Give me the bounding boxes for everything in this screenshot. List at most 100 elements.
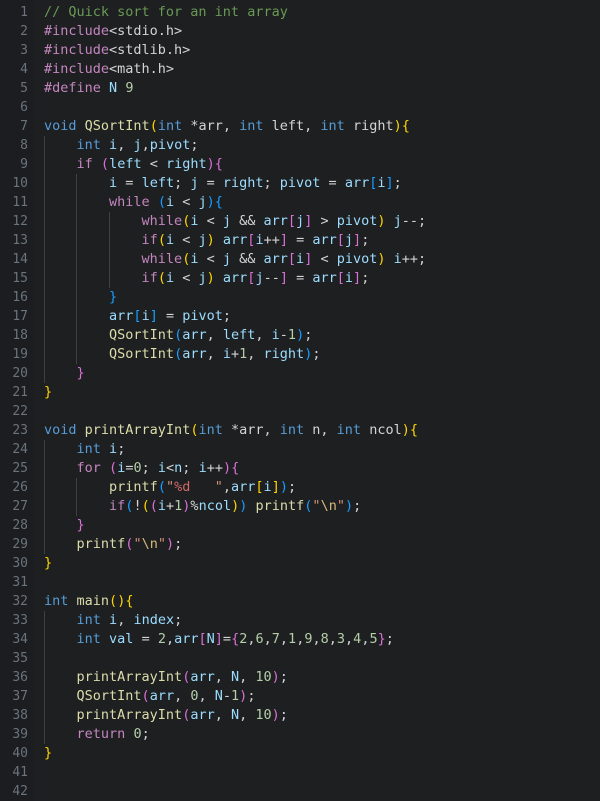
code-line[interactable]: arr[i] = pivot; — [44, 307, 600, 326]
token-plain: , — [247, 346, 264, 362]
token-type: int — [279, 422, 305, 438]
line-number-gutter[interactable]: 1 2 3 4 5 6 7 8 9 10 11 12 13 14 15 16 17 18 19 20 21 22 23 24 2… — [0, 0, 34, 801]
line-number: 36 — [12, 670, 28, 685]
code-line[interactable]: for (i=0; i<n; i++){ — [44, 459, 600, 478]
line-number: 39 — [12, 727, 28, 742]
token-var: i — [198, 460, 207, 476]
code-line[interactable]: } — [44, 516, 600, 535]
token-b2: ( — [174, 346, 183, 362]
token-b1: ) — [271, 707, 280, 723]
line-number: 19 — [12, 347, 28, 362]
token-var: arr — [182, 346, 207, 362]
token-plain: + — [231, 346, 240, 362]
code-line[interactable]: while (i < j){ — [44, 193, 600, 212]
token-num: 6 — [255, 631, 264, 647]
code-line[interactable]: QSortInt(arr, 0, N-1); — [44, 687, 600, 706]
code-line[interactable]: ​ — [44, 782, 600, 801]
code-line[interactable]: void QSortInt(int *arr, int left, int ri… — [44, 117, 600, 136]
code-line[interactable]: } — [44, 288, 600, 307]
code-line[interactable]: return 0; — [44, 725, 600, 744]
token-plain: ; — [141, 460, 158, 476]
token-b1: ] — [353, 270, 362, 286]
token-plain: ; — [361, 232, 370, 248]
token-plain: left, — [263, 118, 321, 134]
code-line[interactable]: #include<stdio.h> — [44, 22, 600, 41]
token-plain: && — [231, 213, 264, 229]
token-plain: && — [231, 251, 264, 267]
code-line[interactable]: i = left; j = right; pivot = arr[i]; — [44, 174, 600, 193]
line-number: 26 — [12, 480, 28, 495]
code-line[interactable]: ​ — [44, 763, 600, 782]
token-num: 5 — [369, 631, 378, 647]
token-type: int — [76, 631, 101, 647]
line-number: 31 — [12, 575, 28, 590]
code-line[interactable]: int i, j,pivot; — [44, 136, 600, 155]
code-line[interactable]: printf("%d ",arr[i]); — [44, 478, 600, 497]
token-plain: , — [206, 346, 223, 362]
token-plain: = — [117, 175, 142, 191]
code-line[interactable]: printf("\n"); — [44, 535, 600, 554]
token-str: " — [133, 536, 142, 552]
code-line[interactable]: if(i < j) arr[i++] = arr[j]; — [44, 231, 600, 250]
code-content-area[interactable]: // Quick sort for an int array #include<s… — [34, 0, 600, 801]
token-plain: < — [198, 251, 223, 267]
token-b2: ] — [385, 175, 394, 191]
token-plain: ; — [393, 175, 402, 191]
token-plain: *arr, — [222, 422, 280, 438]
code-line[interactable]: int i; — [44, 440, 600, 459]
code-line[interactable]: #include<math.h> — [44, 60, 600, 79]
line-number: 23 — [12, 423, 28, 438]
line-number: 15 — [12, 271, 28, 286]
token-keyword: return — [76, 726, 126, 742]
code-line[interactable]: QSortInt(arr, left, i-1); — [44, 326, 600, 345]
code-line[interactable]: ​ — [44, 649, 600, 668]
code-line[interactable]: ​ — [44, 98, 600, 117]
code-line[interactable]: } — [44, 383, 600, 402]
code-line[interactable]: // Quick sort for an int array — [44, 3, 600, 22]
code-line[interactable]: while(i < j && arr[j] > pivot) j--; — [44, 212, 600, 231]
line-number: 3 — [20, 43, 28, 58]
code-line[interactable]: } — [44, 364, 600, 383]
token-fmt: %d — [174, 479, 191, 495]
token-plain: - — [222, 688, 232, 704]
code-line[interactable]: if(!((i+1)%ncol)) printf("\n"); — [44, 497, 600, 516]
token-plain: , — [263, 631, 272, 647]
token-b0: { — [401, 118, 410, 134]
code-line[interactable]: if (left < right){ — [44, 155, 600, 174]
code-line[interactable]: int i, index; — [44, 611, 600, 630]
token-keyword: for — [76, 460, 101, 476]
token-var: arr — [190, 669, 215, 685]
code-line[interactable]: if(i < j) arr[j--] = arr[i]; — [44, 269, 600, 288]
code-line[interactable]: int main(){ — [44, 592, 600, 611]
code-line[interactable]: #include<stdlib.h> — [44, 41, 600, 60]
token-plain: , — [239, 707, 256, 723]
token-plain: ; — [174, 612, 183, 628]
code-line[interactable]: int val = 2,arr[N]={2,6,7,1,9,8,3,4,5}; — [44, 630, 600, 649]
code-line[interactable]: while(i < j && arr[i] < pivot) i++; — [44, 250, 600, 269]
token-plain: , — [345, 631, 354, 647]
token-plain: --; — [401, 213, 427, 229]
code-line[interactable]: void printArrayInt(int *arr, int n, int … — [44, 421, 600, 440]
token-var: i — [393, 251, 402, 267]
code-line[interactable]: printArrayInt(arr, N, 10); — [44, 706, 600, 725]
code-line[interactable]: } — [44, 744, 600, 763]
code-line[interactable]: ​ — [44, 402, 600, 421]
code-line[interactable]: #define N 9 — [44, 79, 600, 98]
code-line[interactable]: QSortInt(arr, i+1, right); — [44, 345, 600, 364]
token-plain: < — [141, 156, 166, 172]
token-plain: ; — [222, 308, 232, 324]
token-plain: ; — [247, 688, 256, 704]
token-b2: { — [214, 194, 223, 210]
token-plain: = — [133, 631, 158, 647]
code-editor[interactable]: 1 2 3 4 5 6 7 8 9 10 11 12 13 14 15 16 17 18 19 20 21 22 23 24 2… — [0, 0, 600, 801]
token-var: pivot — [149, 137, 191, 153]
code-line[interactable]: ​ — [44, 573, 600, 592]
token-plain: , — [165, 631, 175, 647]
code-line[interactable]: printArrayInt(arr, N, 10); — [44, 668, 600, 687]
code-line[interactable]: } — [44, 554, 600, 573]
